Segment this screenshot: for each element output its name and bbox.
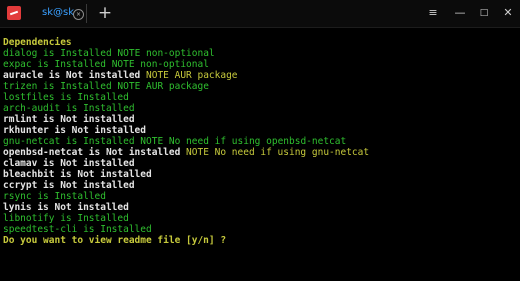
close-window-button[interactable]: ✕ <box>499 4 517 22</box>
dependency-status: expac is Installed <box>3 59 106 70</box>
dependency-line: dialog is Installed NOTE non-optional <box>3 48 518 59</box>
dependency-line: gnu-netcat is Installed NOTE No need if … <box>3 136 518 147</box>
dependency-status: lynis is Not installed <box>3 202 129 213</box>
dependency-note: NOTE non-optional <box>111 59 209 70</box>
dependency-note: NOTE AUR package <box>117 81 209 92</box>
dependency-status: openbsd-netcat is Not installed <box>3 147 181 158</box>
dependency-status: lostfiles is Installed <box>3 92 129 103</box>
dependency-status: auracle is Not installed <box>3 70 141 81</box>
menu-icon[interactable]: ≡ <box>424 4 442 22</box>
dependency-status: rsync is Installed <box>3 191 106 202</box>
dependency-note: NOTE No need if using openbsd-netcat <box>140 136 347 147</box>
minimize-button[interactable]: — <box>451 4 469 22</box>
dependency-line: rmlint is Not installed <box>3 114 518 125</box>
dependency-line: arch-audit is Installed <box>3 103 518 114</box>
dependency-line: clamav is Not installed <box>3 158 518 169</box>
dependency-status: speedtest-cli is Installed <box>3 224 152 235</box>
dependency-status: clamav is Not installed <box>3 158 135 169</box>
tab-title: sk@sk <box>42 7 75 18</box>
dependency-line: bleachbit is Not installed <box>3 169 518 180</box>
dependency-status: libnotify is Installed <box>3 213 129 224</box>
close-tab-icon[interactable]: × <box>73 9 84 20</box>
readme-prompt: Do you want to view readme file [y/n] ? <box>3 235 227 246</box>
dependency-status: rkhunter is Not installed <box>3 125 146 136</box>
terminal-output[interactable]: Dependencies dialog is Installed NOTE no… <box>3 37 518 246</box>
dependency-note: NOTE non-optional <box>117 48 215 59</box>
terminal-window: sk@sk × + ≡ — □ ✕ Dependencies dialog is… <box>0 0 520 281</box>
dependency-note: NOTE AUR package <box>146 70 238 81</box>
dependency-line: trizen is Installed NOTE AUR package <box>3 81 518 92</box>
dependency-status: rmlint is Not installed <box>3 114 135 125</box>
dependency-line: auracle is Not installed NOTE AUR packag… <box>3 70 518 81</box>
terminal-app-icon <box>7 6 21 20</box>
dependency-line: rsync is Installed <box>3 191 518 202</box>
dependency-line: rkhunter is Not installed <box>3 125 518 136</box>
dependencies-heading: Dependencies <box>3 37 72 48</box>
dependency-line: openbsd-netcat is Not installed NOTE No … <box>3 147 518 158</box>
title-bar: sk@sk × + ≡ — □ ✕ <box>0 0 520 28</box>
tab-sk[interactable]: sk@sk × <box>33 4 87 23</box>
dependency-status: dialog is Installed <box>3 48 112 59</box>
dependency-line: lostfiles is Installed <box>3 92 518 103</box>
dependency-status: gnu-netcat is Installed <box>3 136 135 147</box>
dependency-line: lynis is Not installed <box>3 202 518 213</box>
dependency-status: arch-audit is Installed <box>3 103 135 114</box>
dependency-line: speedtest-cli is Installed <box>3 224 518 235</box>
dependency-status: ccrypt is Not installed <box>3 180 135 191</box>
dependency-line: ccrypt is Not installed <box>3 180 518 191</box>
dependency-status: bleachbit is Not installed <box>3 169 152 180</box>
maximize-button[interactable]: □ <box>475 4 493 22</box>
dependency-line: expac is Installed NOTE non-optional <box>3 59 518 70</box>
dependency-note: NOTE No need if using gnu-netcat <box>186 147 370 158</box>
dependency-line: libnotify is Installed <box>3 213 518 224</box>
new-tab-button[interactable]: + <box>96 3 114 23</box>
dependency-status: trizen is Installed <box>3 81 112 92</box>
